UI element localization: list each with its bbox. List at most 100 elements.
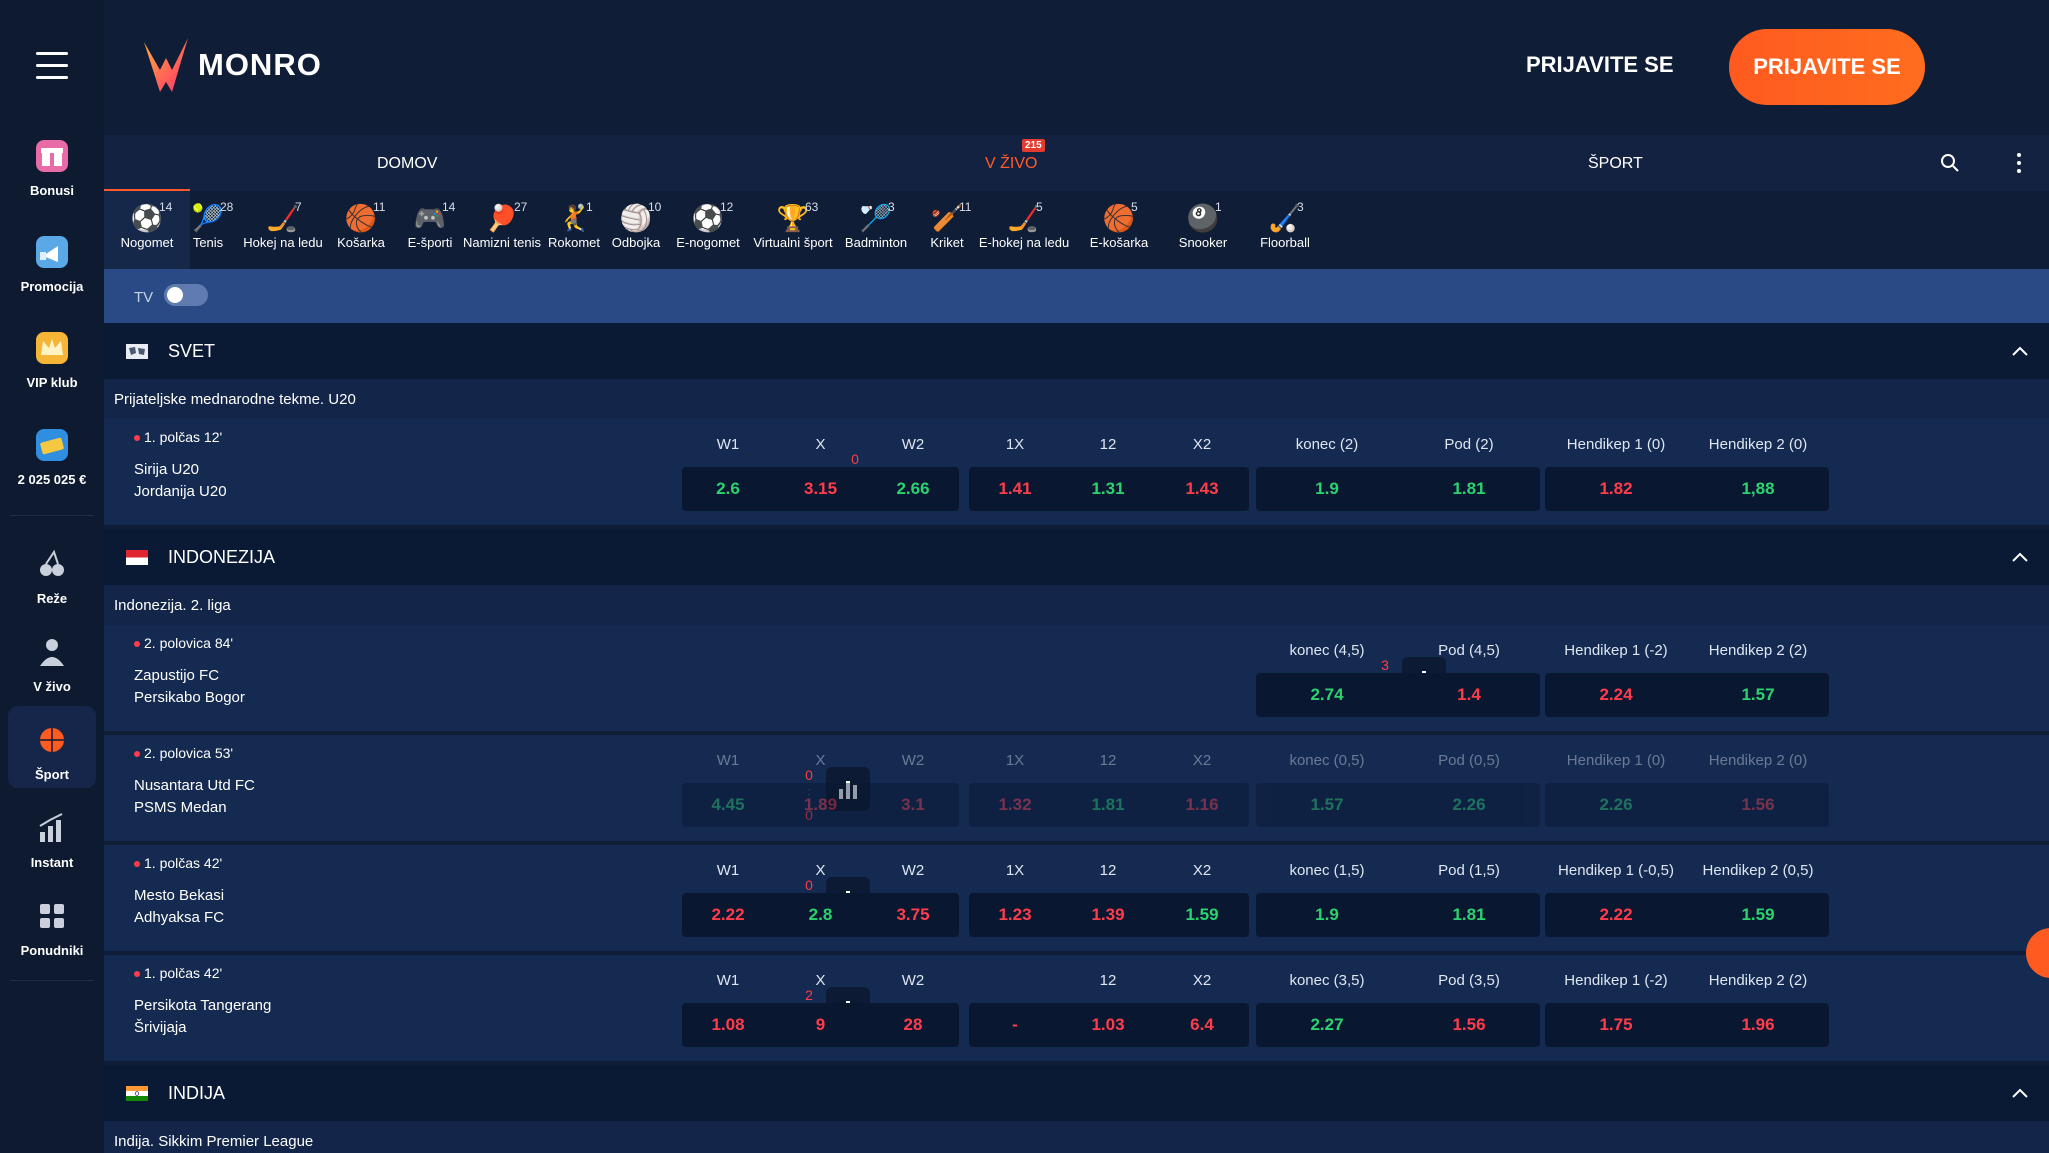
event-row[interactable]: 2. polovica 84' Zapustijo FC Persikabo Bog… <box>104 625 2049 733</box>
sport-tab-2[interactable]: 🏒 7 Hokej na ledu <box>240 191 326 269</box>
tab-live[interactable]: V ŽIVO <box>985 155 1037 173</box>
odds-strip: 2.24 1.57 <box>1545 673 1829 717</box>
odds-button[interactable]: 1.23 <box>969 893 1061 937</box>
odds-button[interactable]: 1,88 <box>1687 467 1829 511</box>
odds-button[interactable]: 4.45 <box>682 783 774 827</box>
odds-button[interactable]: 2.22 <box>682 893 774 937</box>
odds-button[interactable]: 1.75 <box>1545 1003 1687 1047</box>
odds-button[interactable]: 3.75 <box>867 893 959 937</box>
sport-tab-3[interactable]: 🏀 11 Košarka <box>326 191 396 269</box>
sport-tab-13[interactable]: 🏀 5 E-košarka <box>1078 191 1160 269</box>
sport-tab-12[interactable]: 🏒 5 E-hokej na ledu <box>968 191 1080 269</box>
country-header-indija[interactable]: INDIJA <box>104 1065 2049 1121</box>
country-header-indonezija[interactable]: INDONEZIJA <box>104 529 2049 585</box>
search-icon[interactable] <box>1940 153 1960 173</box>
tab-home[interactable]: DOMOV <box>377 155 437 173</box>
odds-button[interactable]: 2.24 <box>1545 673 1687 717</box>
event-row[interactable]: 2. polovica 53' Nusantara Utd FC PSMS Meda… <box>104 735 2049 843</box>
odds-button[interactable]: 1.59 <box>1155 893 1249 937</box>
odds-button[interactable]: 1.39 <box>1061 893 1155 937</box>
odds-button[interactable]: 3.1 <box>867 783 959 827</box>
odds-button[interactable]: 28 <box>867 1003 959 1047</box>
sidebar-item-instant[interactable]: Instant <box>0 807 104 870</box>
odds-button[interactable]: 2.6 <box>682 467 774 511</box>
odds-button[interactable]: 1.89 <box>774 783 867 827</box>
odds-button[interactable]: 1.9 <box>1256 467 1398 511</box>
odds-button[interactable]: 1.43 <box>1155 467 1249 511</box>
market-header: Hendikep 1 (-0,5) <box>1558 862 1674 879</box>
sport-tab-14[interactable]: 🎱 1 Snooker <box>1158 191 1248 269</box>
chevron-up-icon[interactable] <box>2010 341 2030 361</box>
sport-tab-4[interactable]: 🎮 14 E-športi <box>396 191 464 269</box>
odds-button[interactable]: 1.4 <box>1398 673 1540 717</box>
chevron-up-icon[interactable] <box>2010 1083 2030 1103</box>
odds-button[interactable]: 2.66 <box>867 467 959 511</box>
sidebar-item-vip[interactable]: VIP klub <box>0 327 104 390</box>
sport-tab-5[interactable]: 🏓 27 Namizni tenis <box>460 191 544 269</box>
odds-button[interactable]: 1.81 <box>1061 783 1155 827</box>
sidebar-item-vzivo[interactable]: V živo <box>0 631 104 694</box>
tv-toggle[interactable] <box>164 284 208 306</box>
odds-button[interactable]: 2.22 <box>1545 893 1687 937</box>
odds-button[interactable]: 1.32 <box>969 783 1061 827</box>
sport-tab-10[interactable]: 🏸 3 Badminton <box>836 191 916 269</box>
odds-button[interactable]: 3.15 <box>774 467 867 511</box>
odds-button[interactable]: 1.03 <box>1061 1003 1155 1047</box>
sport-tab-9[interactable]: 🏆 63 Virtualni šport <box>746 191 840 269</box>
odds-button[interactable]: 1.81 <box>1398 467 1540 511</box>
odds-button[interactable]: 1.56 <box>1398 1003 1540 1047</box>
market-group: W1 X W2 2.6 3.15 2.66 <box>682 419 959 527</box>
odds-button[interactable]: 9 <box>774 1003 867 1047</box>
odds-button[interactable]: 1.57 <box>1256 783 1398 827</box>
sidebar-item-reze[interactable]: Reže <box>0 543 104 606</box>
sport-tab-1[interactable]: 🎾 28 Tenis <box>174 191 242 269</box>
odds-button[interactable]: 1.9 <box>1256 893 1398 937</box>
odds-button[interactable]: 1.56 <box>1687 783 1829 827</box>
odds-button[interactable]: 2.8 <box>774 893 867 937</box>
live-count-badge: 215 <box>1022 139 1045 152</box>
market-group: 12 X2 -1.03 6.4 <box>969 955 1249 1063</box>
odds-button[interactable]: 1.82 <box>1545 467 1687 511</box>
odds-button[interactable]: 2.26 <box>1545 783 1687 827</box>
odds-button[interactable]: 1.31 <box>1061 467 1155 511</box>
event-row[interactable]: 1. polčas 42'Mesto BekasiAdhyaksa FC0:0W… <box>104 845 2049 953</box>
odds-button[interactable]: 2.27 <box>1256 1003 1398 1047</box>
odds-button[interactable]: 1.41 <box>969 467 1061 511</box>
odds-button[interactable]: 1.57 <box>1687 673 1829 717</box>
odds-button[interactable]: 2.26 <box>1398 783 1540 827</box>
sport-tab-15[interactable]: 🏑 3 Floorball <box>1244 191 1326 269</box>
market-header: Hendikep 2 (2) <box>1708 972 1808 989</box>
grid-icon <box>30 895 74 937</box>
country-header-svet[interactable]: SVET <box>104 323 2049 379</box>
odds-button[interactable]: 6.4 <box>1155 1003 1249 1047</box>
odds-strip: 1.9 1.81 <box>1256 467 1540 511</box>
odds-button[interactable]: 1.81 <box>1398 893 1540 937</box>
sport-tab-6[interactable]: 🤾 1 Rokomet <box>542 191 606 269</box>
sidebar-item-sport[interactable]: Šport <box>0 719 104 782</box>
sport-tab-8[interactable]: ⚽ 12 E-nogomet <box>668 191 748 269</box>
odds-button[interactable]: 2.74 <box>1256 673 1398 717</box>
login-button[interactable]: PRIJAVITE SE <box>1729 29 1925 105</box>
logo[interactable]: MONRO <box>142 36 322 94</box>
more-icon[interactable] <box>2016 152 2022 174</box>
sidebar-item-jackpot[interactable]: 2 025 025 € <box>0 424 104 487</box>
market-header: Hendikep 1 (-2) <box>1564 972 1668 989</box>
chevron-up-icon[interactable] <box>2010 547 2030 567</box>
sidebar-item-bonusi[interactable]: Bonusi <box>0 135 104 198</box>
sport-tab-7[interactable]: 🏐 10 Odbojka <box>602 191 670 269</box>
event-row[interactable]: 1. polčas 42' Persikota Tangerang Šrivijaj… <box>104 955 2049 1063</box>
header: MONRO PRIJAVITE SE PRIJAVITE SE <box>104 0 2049 135</box>
tab-sport[interactable]: ŠPORT <box>1588 155 1643 173</box>
event-row[interactable]: 1. polčas 12'Sirija U20Jordanija U200:0W… <box>104 419 2049 527</box>
sidebar-item-promocija[interactable]: Promocija <box>0 231 104 294</box>
login-link[interactable]: PRIJAVITE SE <box>1526 52 1674 78</box>
odds-button[interactable]: 1.96 <box>1687 1003 1829 1047</box>
odds-button[interactable]: 1.08 <box>682 1003 774 1047</box>
sidebar-item-ponudniki[interactable]: Ponudniki <box>0 895 104 958</box>
odds-button[interactable]: 1.16 <box>1155 783 1249 827</box>
market-headers: W1 X W2 <box>682 857 959 885</box>
event-time: 2. polovica 53' <box>134 745 233 761</box>
menu-icon[interactable] <box>36 52 68 80</box>
odds-button[interactable]: - <box>969 1003 1061 1047</box>
odds-button[interactable]: 1.59 <box>1687 893 1829 937</box>
